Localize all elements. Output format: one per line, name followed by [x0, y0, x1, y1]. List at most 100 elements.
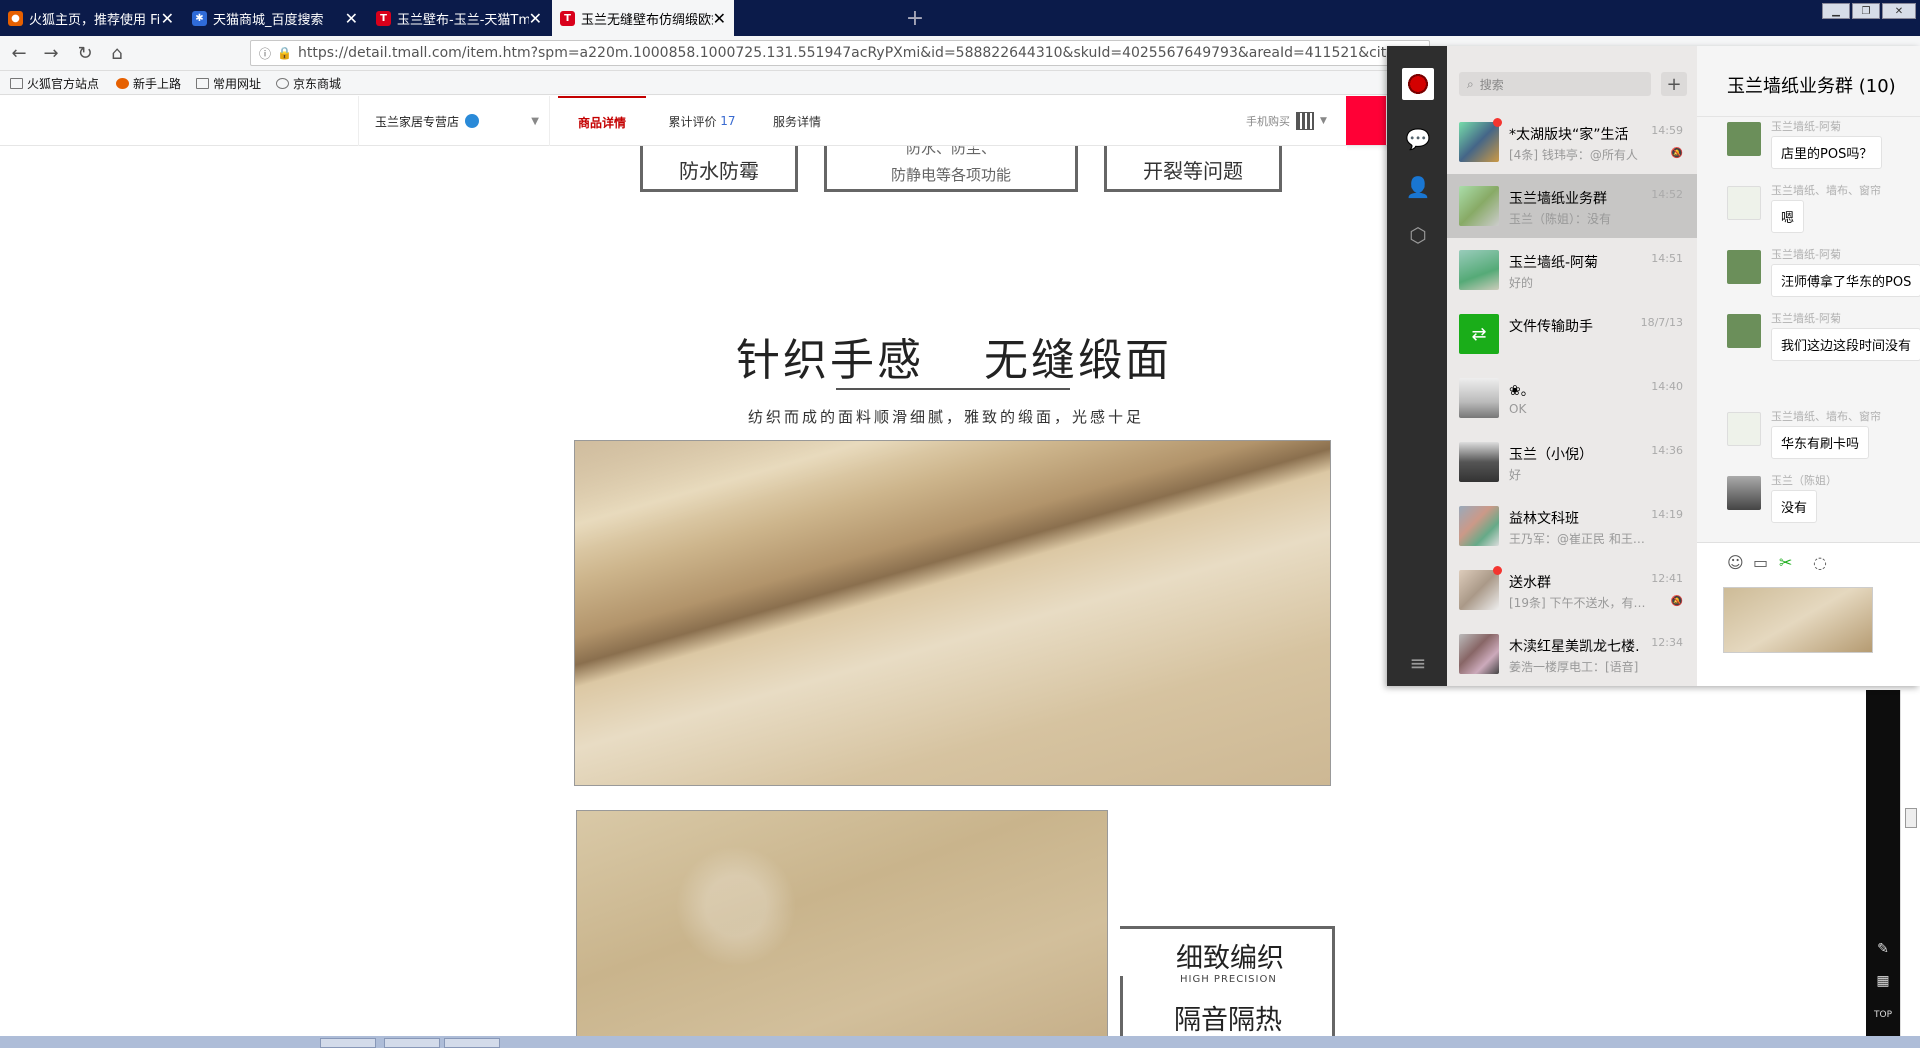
avatar[interactable]: [1727, 122, 1761, 156]
list-item[interactable]: *太湖版块“家”生活 [4条] 钱玮亭：@所有人 14:59 🔕: [1447, 110, 1697, 174]
feature-frame-side: [1120, 976, 1123, 1036]
chat-icon[interactable]: 💬: [1405, 126, 1431, 152]
avatar: [1459, 506, 1499, 546]
chevron-down-icon[interactable]: ▼: [531, 116, 539, 127]
unread-dot-icon: [1493, 118, 1502, 127]
avatar[interactable]: [1727, 412, 1761, 446]
bookmark-label: 常用网址: [213, 77, 262, 91]
page-scrollbar[interactable]: [1900, 690, 1920, 1036]
avatar: [1459, 442, 1499, 482]
taskbar-item[interactable]: [320, 1038, 376, 1048]
chat-history-icon[interactable]: ◌: [1813, 553, 1827, 572]
close-icon[interactable]: ✕: [345, 9, 358, 28]
tab-title: 火狐主页，推荐使用 Firefox 火: [29, 12, 161, 28]
list-item[interactable]: ⇄ 文件传输助手 18/7/13: [1447, 302, 1697, 366]
message-bubble[interactable]: 嗯: [1771, 200, 1805, 233]
headline-part-a: 针织手感: [736, 335, 924, 386]
review-count: 17: [720, 114, 736, 128]
bookmark-newbie[interactable]: 新手上路: [116, 75, 181, 92]
conversation-name: *太湖版块“家”生活: [1509, 127, 1629, 143]
conversation-time: 14:36: [1651, 444, 1683, 457]
message-bubble[interactable]: 汪师傅拿了华东的POS: [1771, 264, 1920, 297]
message-bubble[interactable]: 店里的POS吗？: [1771, 136, 1883, 169]
favorites-icon[interactable]: ⬡: [1405, 222, 1431, 248]
list-item[interactable]: 木渎红星美凯龙七楼… 姜浩一楼厚电工：[语音] 12:34: [1447, 622, 1697, 686]
tab-reviews[interactable]: 累计评价 17: [648, 96, 756, 146]
search-icon: ⌕: [1467, 76, 1474, 91]
close-icon[interactable]: ✕: [713, 9, 726, 28]
menu-icon[interactable]: ≡: [1405, 650, 1431, 676]
firefox-icon: [116, 78, 129, 89]
conversation-list: ⌕ 搜索 + *太湖版块“家”生活 [4条] 钱玮亭：@所有人 14:59 🔕 玉…: [1447, 46, 1697, 686]
message-bubble[interactable]: 华东有刷卡吗: [1771, 426, 1870, 459]
tab-label: 累计评价: [668, 114, 717, 129]
taskbar-item[interactable]: [444, 1038, 500, 1048]
emoji-icon[interactable]: ☺: [1727, 553, 1744, 572]
avatar[interactable]: [1727, 314, 1761, 348]
forward-icon[interactable]: →: [40, 42, 62, 64]
wechat-window: 💬 👤 ⬡ ≡ ⌕ 搜索 + *太湖版块“家”生活 [4条] 钱玮亭：@所有人 1…: [1387, 46, 1920, 686]
list-item[interactable]: 玉兰墙纸业务群 玉兰（陈姐）：没有 14:52: [1447, 174, 1697, 238]
add-chat-button[interactable]: +: [1661, 72, 1687, 96]
scrollbar-thumb[interactable]: [1905, 808, 1917, 828]
info-icon[interactable]: ⓘ: [259, 45, 271, 62]
close-icon[interactable]: ✕: [529, 9, 542, 28]
bookmark-firefox[interactable]: 火狐官方站点: [10, 75, 99, 92]
reload-icon[interactable]: ↻: [74, 42, 96, 64]
avatar[interactable]: [1727, 186, 1761, 220]
tab-yulan-store[interactable]: T 玉兰壁布-玉兰-天猫Tmall.com ✕: [368, 0, 550, 36]
tab-product-detail[interactable]: T 玉兰无缝壁布仿绸缎欧式温馨客 ✕: [552, 0, 734, 36]
store-badge-icon: [465, 114, 480, 128]
avatar[interactable]: [1727, 250, 1761, 284]
unread-dot-icon: [1493, 566, 1502, 575]
list-item[interactable]: 益林文科班 王乃军：@崔正民 和王… 14:19: [1447, 494, 1697, 558]
bookmark-common[interactable]: 常用网址: [196, 75, 261, 92]
tab-baidu-search[interactable]: ✱ 天猫商城_百度搜索 ✕: [184, 0, 366, 36]
mobile-buy[interactable]: 手机购买 ▼: [1246, 96, 1327, 146]
list-item[interactable]: 送水群 [19条] 下午不送水，有… 12:41 🔕: [1447, 558, 1697, 622]
pasted-image[interactable]: [1723, 587, 1873, 653]
screenshot-scissors-icon[interactable]: ✂: [1779, 553, 1792, 572]
taskbar-item[interactable]: [384, 1038, 440, 1048]
list-item[interactable]: 玉兰（小倪） 好 14:36: [1447, 430, 1697, 494]
store-name[interactable]: 玉兰家居专营店 ▼: [358, 96, 550, 146]
feature-text: 开裂等问题: [1143, 158, 1243, 183]
tab-firefox-home[interactable]: ● 火狐主页，推荐使用 Firefox 火 ✕: [0, 0, 182, 36]
minimize-icon[interactable]: ▁: [1822, 3, 1850, 19]
top-label: TOP: [1874, 1010, 1893, 1020]
back-to-top-button[interactable]: TOP: [1874, 1006, 1892, 1024]
list-item[interactable]: 玉兰墙纸-阿菊 好的 14:51: [1447, 238, 1697, 302]
message-bubble[interactable]: 没有: [1771, 490, 1818, 523]
avatar[interactable]: [1727, 476, 1761, 510]
avatar[interactable]: [1402, 68, 1434, 100]
folder-icon[interactable]: ▭: [1753, 553, 1768, 572]
windows-taskbar: [0, 1036, 1920, 1048]
tab-title: 玉兰壁布-玉兰-天猫Tmall.com: [397, 12, 529, 28]
bookmark-jd[interactable]: 京东商城: [276, 75, 341, 92]
edit-icon[interactable]: ✎: [1874, 940, 1892, 958]
search-input[interactable]: ⌕ 搜索: [1459, 72, 1651, 96]
url-bar[interactable]: ⓘ 🔒 https://detail.tmall.com/item.htm?sp…: [250, 40, 1430, 66]
restore-icon[interactable]: ❐: [1852, 3, 1880, 19]
conversation-time: 14:19: [1651, 508, 1683, 521]
message-input[interactable]: ☺ ▭ ✂ ◌: [1697, 542, 1920, 686]
tab-service[interactable]: 服务详情: [758, 96, 836, 146]
avatar: [1459, 122, 1499, 162]
close-window-icon[interactable]: ✕: [1882, 3, 1916, 19]
rose-icon: [1408, 74, 1428, 94]
conversation-time: 12:41: [1651, 572, 1683, 585]
qrcode-icon[interactable]: ▦: [1874, 972, 1892, 990]
conversation-time: 12:34: [1651, 636, 1683, 649]
list-item[interactable]: ❀。 OK 14:40: [1447, 366, 1697, 430]
tmall-cart-button[interactable]: [1346, 96, 1386, 145]
message-sender: 玉兰墙纸-阿菊: [1771, 248, 1841, 261]
message-bubble[interactable]: 我们这边这段时间没有: [1771, 328, 1920, 361]
tab-title: 玉兰无缝壁布仿绸缎欧式温馨客: [581, 12, 713, 28]
home-icon[interactable]: ⌂: [106, 42, 128, 64]
new-tab-button[interactable]: +: [902, 0, 928, 36]
contacts-icon[interactable]: 👤: [1405, 174, 1431, 200]
close-icon[interactable]: ✕: [161, 9, 174, 28]
back-icon[interactable]: ←: [8, 42, 30, 64]
wechat-sidebar: 💬 👤 ⬡ ≡: [1387, 46, 1447, 686]
tab-product-detail[interactable]: 商品详情: [558, 96, 646, 146]
